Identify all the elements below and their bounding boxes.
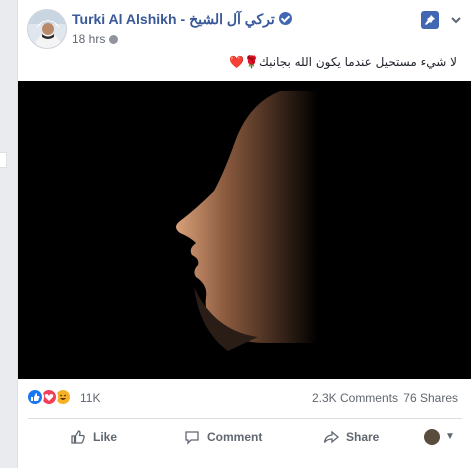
share-button[interactable]: Share: [323, 424, 379, 450]
actions-divider: [28, 418, 462, 419]
author-name-link[interactable]: Turki Al Alshikh: [72, 11, 177, 27]
caret-down-icon: ▼: [445, 431, 455, 442]
share-icon: [323, 430, 339, 444]
post-meta: 18 hrs: [72, 32, 119, 46]
author-name-arabic[interactable]: - تركي آل الشيخ: [181, 11, 275, 27]
left-page-strip: [0, 0, 18, 468]
like-button[interactable]: Like: [70, 424, 117, 450]
left-panel-edge: [0, 152, 7, 168]
haha-reaction-glyph: [59, 394, 67, 400]
love-reaction-glyph: [44, 394, 54, 401]
post-caption: لا شيء مستحيل عندما يكون الله بجانبك🌹❤️: [229, 55, 457, 69]
comment-label: Comment: [207, 430, 263, 444]
comment-icon: [185, 431, 199, 445]
verified-badge-icon: [278, 12, 292, 25]
chevron-down-icon[interactable]: [448, 12, 464, 28]
reactions-count[interactable]: 11K: [80, 391, 100, 405]
reaction-stats: 11K 2.3K Comments 76 Shares: [18, 386, 471, 410]
like-reaction-icon[interactable]: [26, 388, 44, 406]
like-label: Like: [93, 430, 118, 444]
globe-icon: [109, 35, 119, 44]
post-card: Turki Al Alshikh - تركي آل الشيخ 18 hrs ل…: [17, 0, 471, 468]
pin-icon[interactable]: [421, 11, 439, 29]
post-header: Turki Al Alshikh - تركي آل الشيخ 18 hrs: [18, 0, 471, 52]
shares-count[interactable]: 76 Shares: [403, 391, 458, 405]
author-avatar[interactable]: [27, 9, 67, 49]
comment-as-selector[interactable]: ▼: [424, 428, 464, 446]
commenter-avatar: [424, 429, 440, 445]
pin-glyph: [425, 15, 435, 25]
post-timestamp[interactable]: 18 hrs: [72, 32, 105, 46]
comments-count[interactable]: 2.3K Comments: [312, 391, 398, 405]
avatar-image: [28, 10, 66, 48]
comment-button[interactable]: Comment: [184, 424, 262, 450]
post-actions: Like Comment Share ▼: [18, 424, 471, 450]
chevron-glyph: [451, 17, 461, 24]
author-line: Turki Al Alshikh - تركي آل الشيخ: [72, 11, 292, 28]
like-reaction-glyph: [31, 393, 40, 401]
share-label: Share: [346, 430, 380, 444]
thumbs-up-icon: [71, 430, 85, 444]
photo-image: [18, 81, 471, 379]
post-photo[interactable]: [18, 81, 471, 379]
